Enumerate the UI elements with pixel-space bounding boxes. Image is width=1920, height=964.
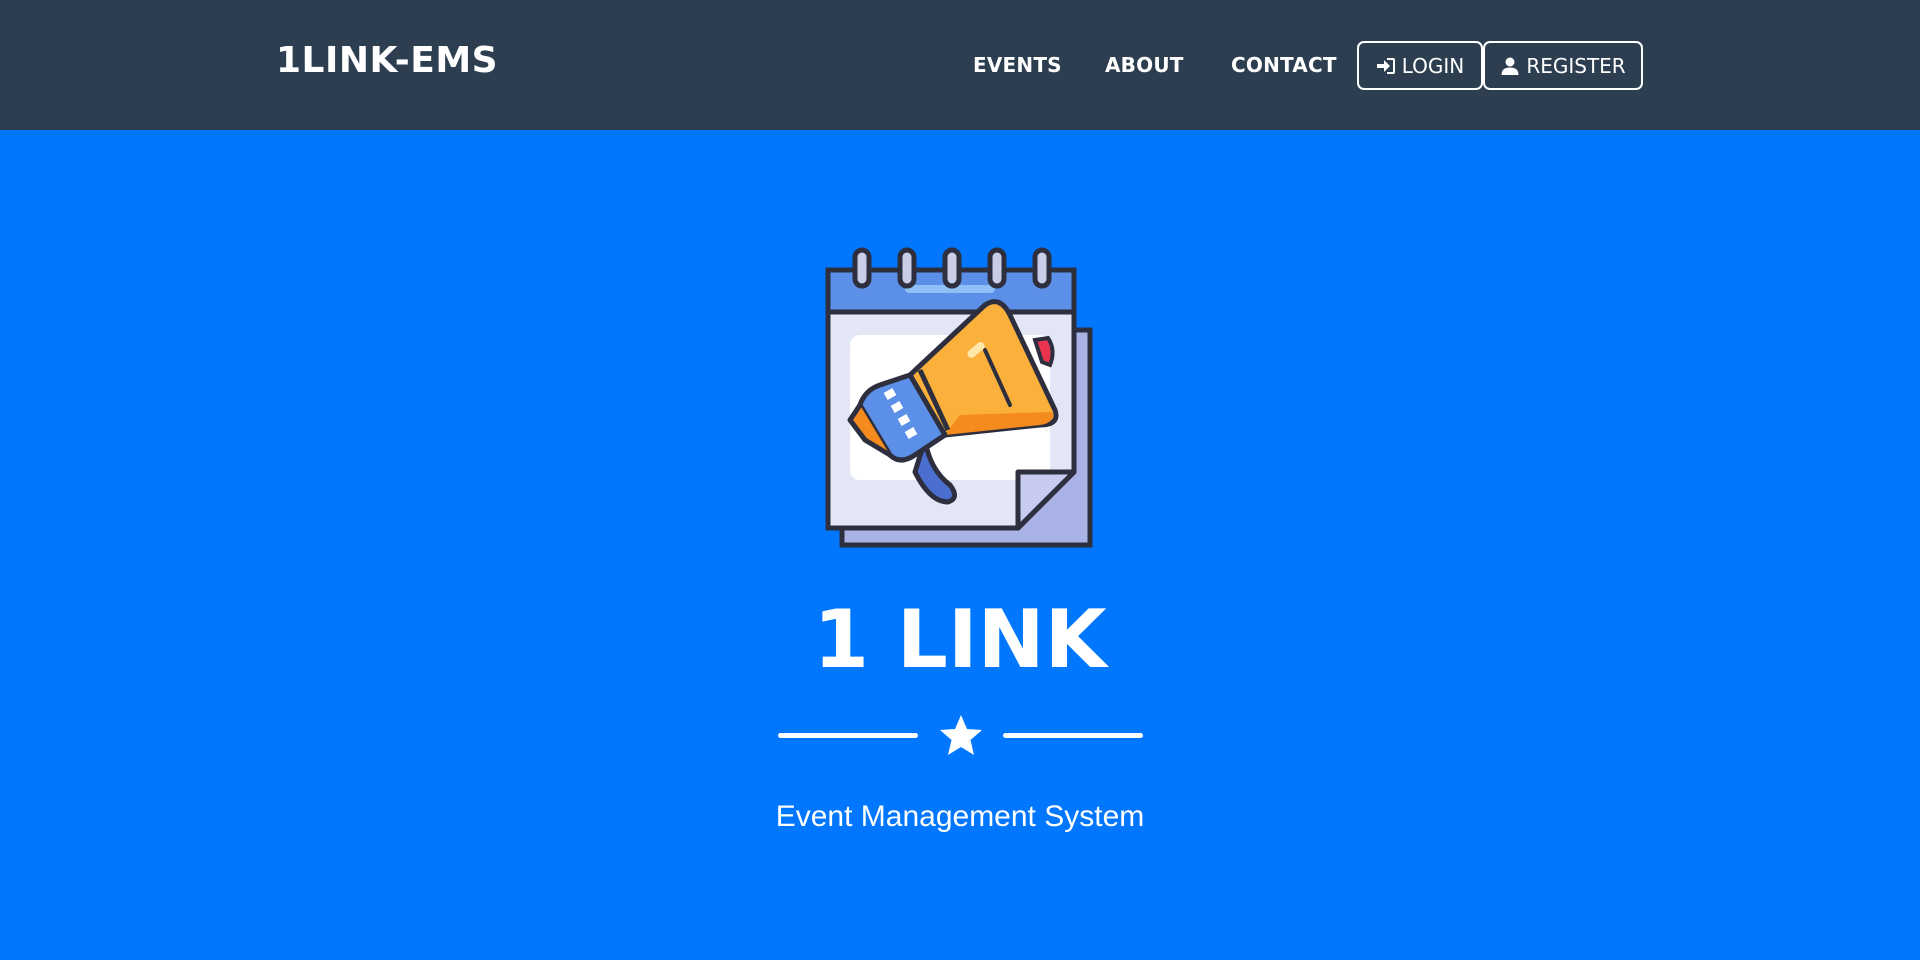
login-button[interactable]: LOGIN xyxy=(1357,41,1483,90)
hero-subtitle: Event Management System xyxy=(775,800,1145,833)
divider-line-right xyxy=(1003,733,1143,738)
nav-link-events[interactable]: EVENTS xyxy=(973,53,1062,77)
star-icon xyxy=(940,715,982,755)
register-label: REGISTER xyxy=(1526,53,1626,78)
sign-in-icon xyxy=(1376,57,1395,74)
register-button[interactable]: REGISTER xyxy=(1483,41,1643,90)
divider-line-left xyxy=(778,733,918,738)
hero-title: 1 LINK xyxy=(813,593,1107,686)
calendar-megaphone-icon xyxy=(825,247,1093,548)
title-divider xyxy=(0,712,1920,760)
login-label: LOGIN xyxy=(1401,53,1465,78)
user-icon xyxy=(1501,57,1519,75)
nav-links: EVENTS ABOUT CONTACT LOGIN REGISTER xyxy=(0,0,1920,130)
nav-link-contact[interactable]: CONTACT xyxy=(1231,53,1337,77)
navbar: 1LINK-EMS EVENTS ABOUT CONTACT LOGIN REG… xyxy=(0,0,1920,130)
nav-link-about[interactable]: ABOUT xyxy=(1105,53,1184,77)
